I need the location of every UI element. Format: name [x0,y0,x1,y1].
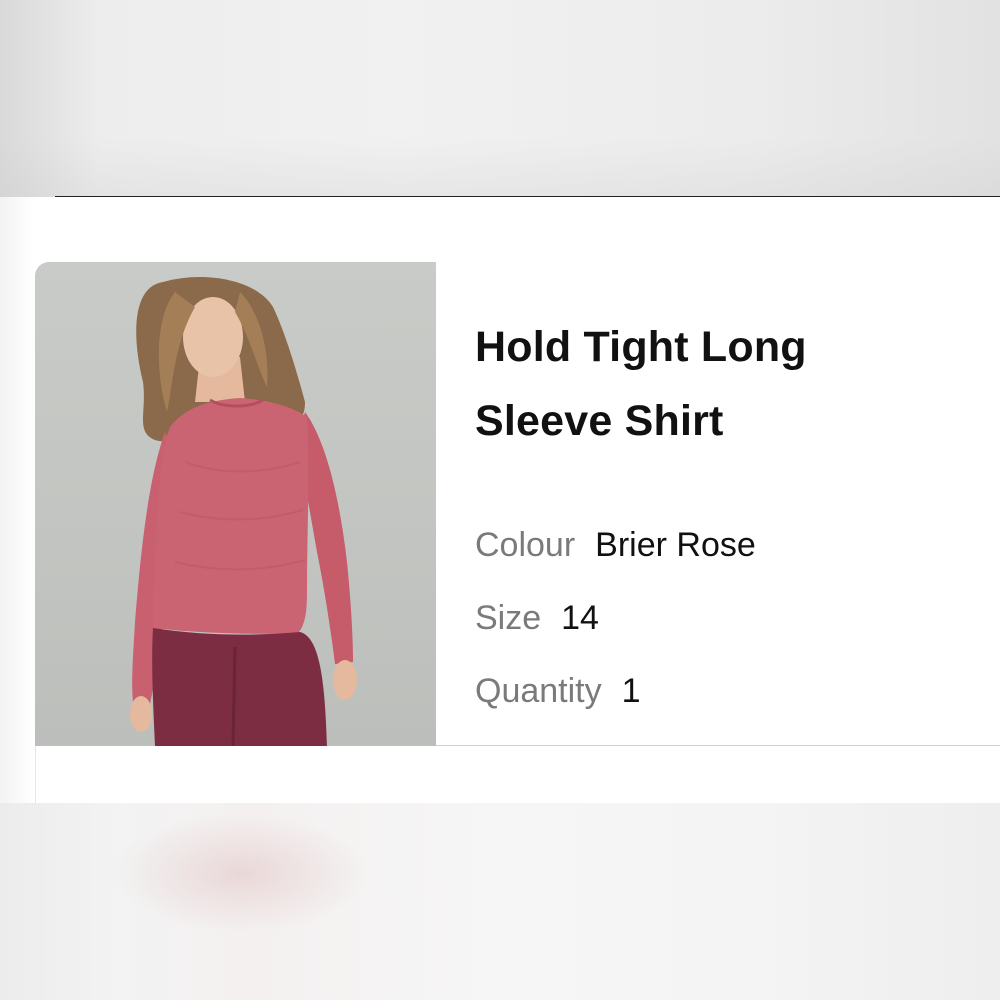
left-margin [0,197,35,803]
colour-value: Brier Rose [595,526,756,564]
colour-attribute: Colour Brier Rose [475,526,756,565]
colour-label: Colour [475,526,576,564]
size-attribute: Size 14 [475,599,599,638]
quantity-attribute: Quantity 1 [475,672,641,711]
divider-line [55,196,1000,197]
product-image[interactable] [35,262,436,746]
size-value: 14 [561,599,599,637]
product-title[interactable]: Hold Tight Long Sleeve Shirt [475,310,895,458]
quantity-value: 1 [621,672,641,710]
blurred-top-border [0,0,1000,197]
quantity-label: Quantity [475,672,602,710]
blur-smudge [110,813,370,933]
size-label: Size [475,599,542,637]
blurred-bottom-border [0,803,1000,1000]
order-summary-panel [35,746,1000,803]
model-photo-illustration [130,276,357,746]
